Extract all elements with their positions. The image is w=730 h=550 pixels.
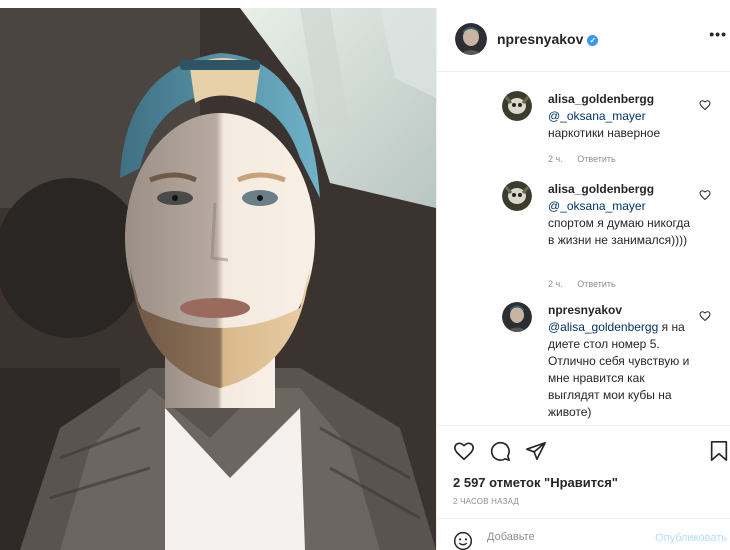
post-photo[interactable] [0, 8, 436, 550]
more-options-icon[interactable]: ••• [709, 26, 727, 42]
comment-icon[interactable] [489, 440, 511, 462]
bookmark-icon[interactable] [709, 440, 729, 462]
comment-text: наркотики наверное [548, 126, 661, 140]
commenter-avatar[interactable] [502, 181, 532, 211]
commenter-avatar[interactable] [502, 302, 532, 332]
reply-button[interactable]: Ответить [577, 279, 615, 289]
author-username[interactable]: npresnyakov ✓ [497, 31, 599, 47]
like-comment-heart-icon[interactable] [699, 189, 711, 201]
comment-username[interactable]: npresnyakov [548, 302, 698, 319]
comment-body: alisa_goldenbergg @_oksana_mayer спортом… [548, 181, 698, 249]
comment-item: alisa_goldenbergg @_oksana_mayer спортом… [437, 181, 730, 305]
post-header: npresnyakov ✓ ••• [437, 8, 730, 72]
author-avatar[interactable] [455, 23, 487, 55]
comment-content: @alisa_goldenbergg я на диете стол номер… [548, 320, 689, 419]
comment-time[interactable]: 2 ч. [548, 154, 563, 164]
selfie-photo [0, 8, 436, 550]
add-comment-bar: Опубликовать [437, 518, 730, 550]
comment-meta: 2 ч. Ответить [548, 279, 628, 289]
emoji-icon[interactable] [453, 531, 473, 550]
comment-body: npresnyakov @alisa_goldenbergg я на диет… [548, 302, 698, 421]
comment-text: я на диете стол номер 5. Отлично себя чу… [548, 320, 690, 419]
likes-count[interactable]: 2 597 отметок "Нравится" [453, 475, 618, 490]
reply-button[interactable]: Ответить [577, 154, 615, 164]
comment-item: npresnyakov @alisa_goldenbergg я на диет… [437, 302, 730, 425]
comment-mention[interactable]: @_oksana_mayer [548, 108, 698, 125]
comment-item: alisa_goldenbergg @_oksana_mayer наркоти… [437, 91, 730, 181]
commenter-avatar[interactable] [502, 91, 532, 121]
comment-mention[interactable]: @alisa_goldenbergg [548, 320, 658, 334]
post-side-panel: npresnyakov ✓ ••• alisa_goldenbergg @_oks… [436, 8, 730, 550]
comments-list[interactable]: alisa_goldenbergg @_oksana_mayer наркоти… [437, 73, 730, 425]
comment-mention[interactable]: @_oksana_mayer [548, 198, 698, 215]
verified-badge-icon: ✓ [587, 35, 599, 46]
post-timestamp[interactable]: 2 ЧАСОВ НАЗАД [453, 497, 519, 506]
share-icon[interactable] [525, 440, 547, 462]
comment-username[interactable]: alisa_goldenbergg [548, 91, 698, 108]
publish-button[interactable]: Опубликовать [655, 532, 727, 544]
post-actions: 2 597 отметок "Нравится" 2 ЧАСОВ НАЗАД О… [437, 425, 730, 550]
like-comment-heart-icon[interactable] [699, 99, 711, 111]
heart-icon[interactable] [453, 440, 475, 462]
comment-text: спортом я думаю никогда в жизни не заним… [548, 216, 691, 247]
comment-time[interactable]: 2 ч. [548, 279, 563, 289]
comment-body: alisa_goldenbergg @_oksana_mayer наркоти… [548, 91, 698, 142]
comment-input[interactable] [487, 531, 637, 543]
comment-meta: 2 ч. Ответить [548, 154, 628, 164]
like-comment-heart-icon[interactable] [699, 310, 711, 322]
comment-username[interactable]: alisa_goldenbergg [548, 181, 698, 198]
